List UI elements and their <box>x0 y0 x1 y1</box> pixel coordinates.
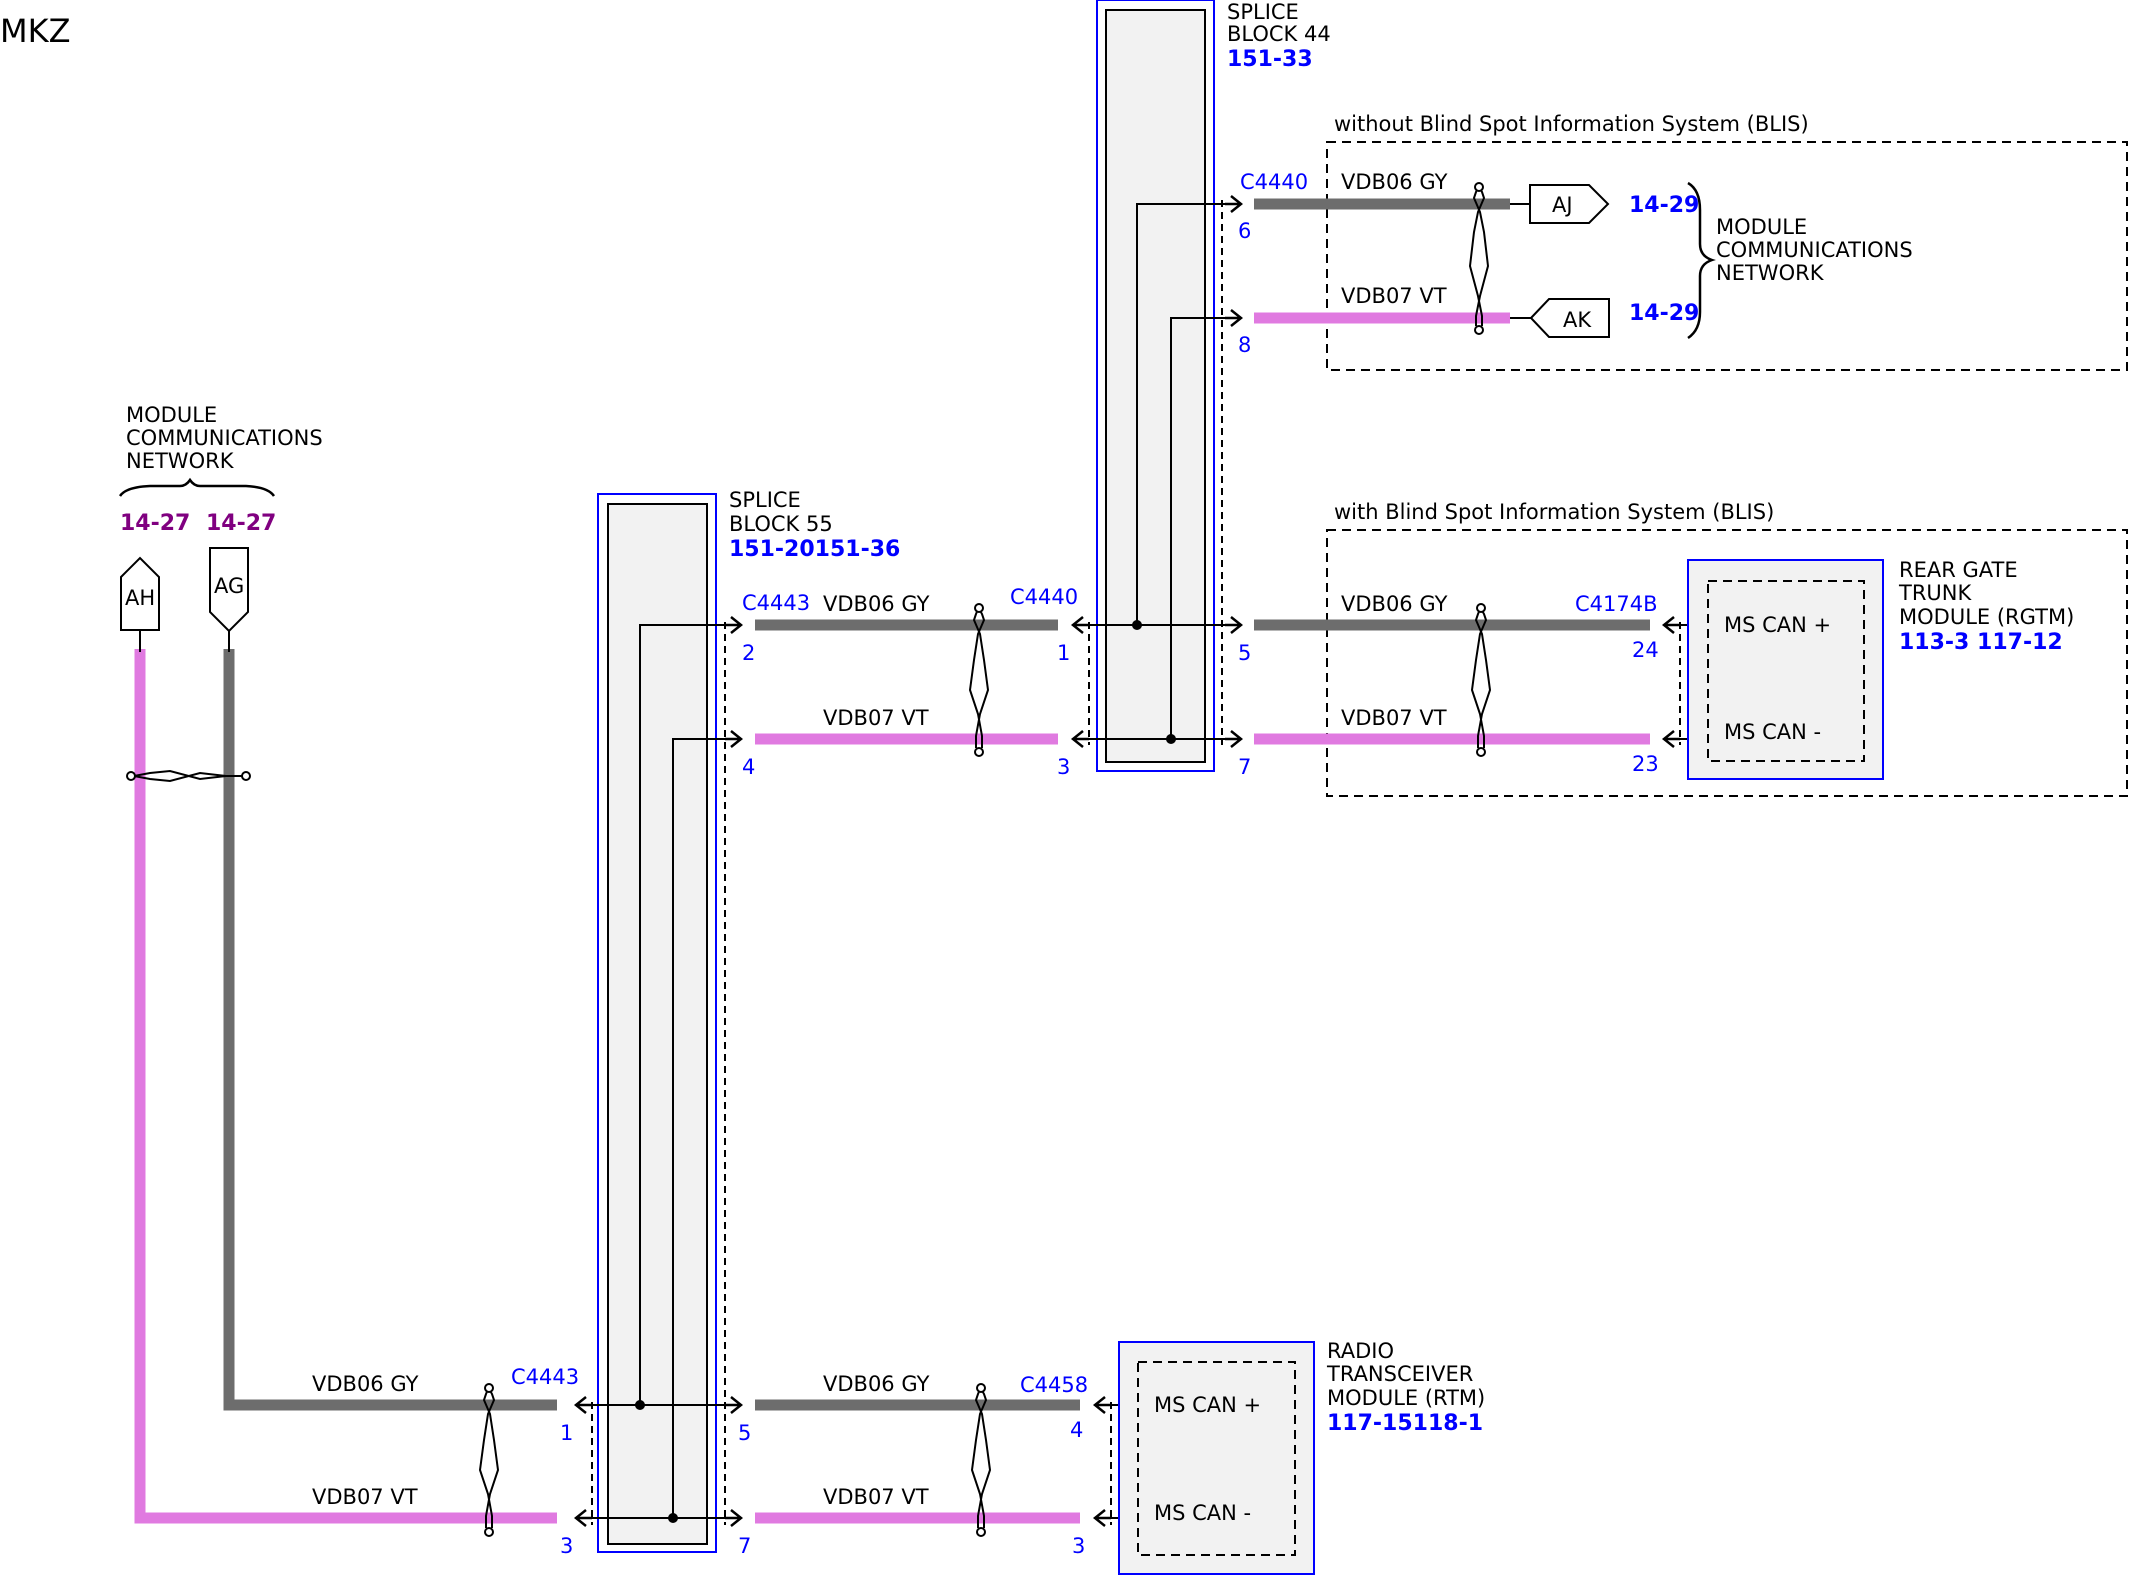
pin-br-5: 5 <box>738 1421 751 1445</box>
wire-label-gy-mid: VDB06 GY <box>823 592 930 616</box>
connector-c4458[interactable]: C4458 <box>1020 1373 1088 1397</box>
mcn-left-line1: MODULE <box>126 403 217 427</box>
pin-4: 4 <box>742 755 755 779</box>
module-comm-left: MODULE COMMUNICATIONS NETWORK 14-27 14-2… <box>118 403 557 1524</box>
splice-block-44: SPLICE BLOCK 44 151-33 <box>1078 0 1331 772</box>
wire-label-gy-blis: VDB06 GY <box>1341 592 1448 616</box>
pin-24: 24 <box>1632 638 1659 662</box>
connector-c4440-mid[interactable]: C4440 <box>1010 585 1078 609</box>
pin-6: 6 <box>1238 219 1251 243</box>
connector-c4440-top[interactable]: C4440 <box>1240 170 1308 194</box>
pin-rtm-3: 3 <box>1072 1534 1085 1558</box>
pin-8: 8 <box>1238 333 1251 357</box>
rgtm-pin-mscan-plus: MS CAN + <box>1724 613 1831 637</box>
pin-5: 5 <box>1238 641 1251 665</box>
rgtm-line3: MODULE (RGTM) <box>1899 605 2074 629</box>
pin-rtm-4: 4 <box>1070 1418 1083 1442</box>
mcn-right-line1: MODULE <box>1716 215 1807 239</box>
wire-label-vt-blis: VDB07 VT <box>1341 706 1447 730</box>
wiring-diagram: MKZ SPLICE BLOCK 44 151-33 SPLICE BLOCK … <box>0 0 2128 1575</box>
pin-3: 3 <box>1057 755 1070 779</box>
rtm-line1: RADIO <box>1327 1339 1394 1363</box>
splice44-line1: SPLICE <box>1227 0 1299 24</box>
ref-14-27-a[interactable]: 14-27 <box>120 511 190 536</box>
rtm-line3: MODULE (RTM) <box>1327 1386 1485 1410</box>
pin-bl-1: 1 <box>560 1421 573 1445</box>
splice44-ref[interactable]: 151-33 <box>1227 47 1313 72</box>
rgtm-line2: TRUNK <box>1898 581 1972 605</box>
rtm-module[interactable]: MS CAN + MS CAN - RADIO TRANSCEIVER MODU… <box>1118 1339 1485 1575</box>
wire-label-gy-top: VDB06 GY <box>1341 170 1448 194</box>
ref-14-27-b[interactable]: 14-27 <box>206 511 276 536</box>
pin-7: 7 <box>1238 755 1251 779</box>
wire-gy-left <box>223 649 557 1411</box>
connector-aj-label: AJ <box>1552 193 1573 217</box>
zone-with-blis-label: with Blind Spot Information System (BLIS… <box>1334 500 1774 524</box>
diagram-title: MKZ <box>0 12 71 50</box>
wire-label-vt-br: VDB07 VT <box>823 1485 929 1509</box>
pin-br-7: 7 <box>738 1534 751 1558</box>
rtm-refs[interactable]: 117-15118-1 <box>1327 1411 1483 1436</box>
mcn-right-line2: COMMUNICATIONS <box>1716 238 1913 262</box>
ref-14-29-a[interactable]: 14-29 <box>1629 193 1699 218</box>
rtm-line2: TRANSCEIVER <box>1326 1362 1473 1386</box>
wire-label-gy-br: VDB06 GY <box>823 1372 930 1396</box>
connector-c4174b[interactable]: C4174B <box>1575 592 1658 616</box>
mcn-left-line3: NETWORK <box>126 449 235 473</box>
rgtm-pin-mscan-minus: MS CAN - <box>1724 720 1821 744</box>
rgtm-line1: REAR GATE <box>1899 558 2018 582</box>
connector-ag-label: AG <box>214 574 244 598</box>
rtm-pin-mscan-plus: MS CAN + <box>1154 1393 1261 1417</box>
wire-label-vt-top: VDB07 VT <box>1341 284 1447 308</box>
pin-bl-3: 3 <box>560 1534 573 1558</box>
connector-ak-label: AK <box>1563 308 1592 332</box>
splice55-line1: SPLICE <box>729 488 801 512</box>
connector-c4443-bot[interactable]: C4443 <box>511 1365 579 1389</box>
rtm-pin-mscan-minus: MS CAN - <box>1154 1501 1251 1525</box>
rgtm-refs[interactable]: 113-3 117-12 <box>1899 630 2063 655</box>
pin-23: 23 <box>1632 752 1659 776</box>
wire-label-vt-mid: VDB07 VT <box>823 706 929 730</box>
connector-ah-label: AH <box>125 586 155 610</box>
mcn-left-line2: COMMUNICATIONS <box>126 426 323 450</box>
rgtm-module[interactable]: MS CAN + MS CAN - REAR GATE TRUNK MODULE… <box>1687 558 2074 780</box>
pin-1: 1 <box>1057 641 1070 665</box>
splice55-ref[interactable]: 151-20151-36 <box>729 537 900 562</box>
zone-without-blis-label: without Blind Spot Information System (B… <box>1334 112 1809 136</box>
ref-14-29-b[interactable]: 14-29 <box>1629 301 1699 326</box>
wire-label-vt-bl: VDB07 VT <box>312 1485 418 1509</box>
wire-label-gy-bl: VDB06 GY <box>312 1372 419 1396</box>
mcn-right-line3: NETWORK <box>1716 261 1825 285</box>
pin-2: 2 <box>742 641 755 665</box>
splice44-line2: BLOCK 44 <box>1227 22 1331 46</box>
mid-wires: C4443 C4440 2 4 1 3 VDB06 GY VDB07 VT <box>725 585 1089 779</box>
zone-without-blis: without Blind Spot Information System (B… <box>1225 112 2128 371</box>
connector-c4443-mid[interactable]: C4443 <box>742 591 810 615</box>
splice55-line2: BLOCK 55 <box>729 512 833 536</box>
